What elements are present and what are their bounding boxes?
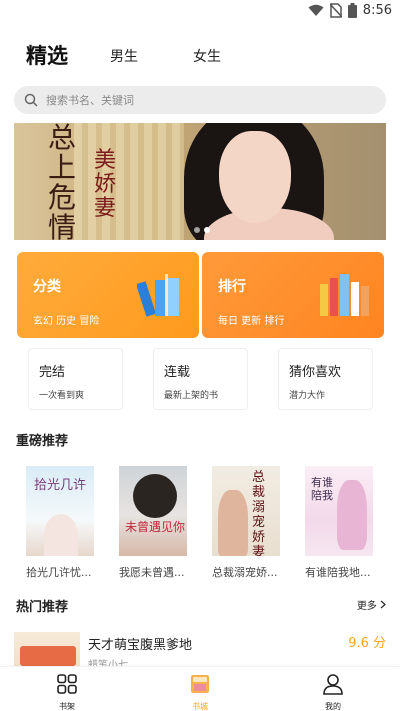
promo-banner[interactable]: 总上危情 美娇妻: [14, 123, 386, 240]
tab-female[interactable]: 女生: [193, 46, 221, 66]
serial-books-card[interactable]: 连载 最新上架的书: [153, 348, 248, 410]
bookstore-icon: [191, 675, 209, 693]
book-cover: 未曾遇见你: [119, 466, 187, 556]
book-cover: 有谁陪我: [305, 466, 373, 556]
category-card[interactable]: 分类 玄幻 历史 冒险: [17, 252, 199, 338]
books-stack-icon: [137, 274, 179, 317]
tab-featured[interactable]: 精选: [26, 40, 68, 70]
book-cover-title: 未曾遇见你: [125, 520, 186, 534]
bottom-navigation: 书架 书城 我的: [0, 666, 400, 711]
book-item[interactable]: 有谁陪我 有谁陪我地...: [305, 466, 375, 580]
status-time: 8:56: [362, 3, 392, 18]
nav-profile-label: 我的: [325, 702, 341, 711]
nav-bookstore[interactable]: 书城: [170, 673, 230, 711]
status-bar: 8:56: [0, 0, 400, 24]
profile-icon: [323, 674, 343, 695]
cover-figure: [133, 474, 177, 518]
banner-subtitle: 美娇妻: [94, 148, 117, 221]
cover-figure: [337, 480, 367, 550]
finished-books-subtitle: 一次看到爽: [39, 391, 85, 401]
tab-male[interactable]: 男生: [110, 46, 138, 66]
cover-graphic: [20, 646, 76, 666]
top-tabs: 精选 男生 女生: [0, 40, 400, 70]
no-sim-icon: [329, 3, 342, 18]
hot-section-title: 热门推荐: [16, 600, 69, 615]
banner-title: 总上危情: [48, 123, 77, 240]
book-cover-title: 有谁陪我: [311, 476, 333, 502]
wifi-icon: [308, 4, 324, 16]
recommended-for-you-title: 猜你喜欢: [289, 365, 342, 380]
book-item[interactable]: 未曾遇见你 我愿未曾遇...: [119, 466, 189, 580]
book-cover-title: 总裁溺宠娇妻: [252, 470, 266, 556]
hot-book-score: 9.6 分: [348, 636, 386, 651]
hot-book-item[interactable]: 天才萌宝腹黑爹地 9.6 分 蜡笔小七: [14, 630, 386, 671]
banner-indicator-dot-active: [204, 227, 210, 233]
battery-icon: [347, 3, 357, 18]
ranking-bars-icon: [320, 274, 369, 316]
book-title: 拾光几许忧...: [26, 566, 92, 579]
search-input[interactable]: [46, 93, 346, 107]
nav-bookshelf[interactable]: 书架: [37, 673, 97, 711]
hot-book-title: 天才萌宝腹黑爹地: [88, 638, 193, 653]
search-bar[interactable]: [14, 86, 386, 114]
book-cover: 拾光几许: [26, 466, 94, 556]
book-title: 有谁陪我地...: [305, 566, 371, 579]
book-item[interactable]: 拾光几许 拾光几许忧...: [26, 466, 96, 580]
nav-bookstore-label: 书城: [192, 702, 208, 711]
more-link-label: 更多: [356, 601, 377, 612]
more-link[interactable]: 更多: [357, 597, 386, 612]
book-title: 我愿未曾遇...: [119, 566, 185, 579]
search-icon: [24, 93, 38, 107]
ranking-card[interactable]: 排行 每日 更新 排行: [202, 252, 384, 338]
status-icons: 8:56: [308, 3, 392, 18]
chevron-right-icon: [380, 600, 386, 609]
banner-illustration-face: [219, 131, 291, 223]
nav-bookshelf-label: 书架: [59, 702, 75, 711]
recommended-for-you-card[interactable]: 猜你喜欢 潜力大作: [278, 348, 373, 410]
nav-profile[interactable]: 我的: [303, 673, 363, 711]
finished-books-title: 完结: [39, 365, 66, 380]
serial-books-subtitle: 最新上架的书: [164, 391, 219, 401]
recommended-for-you-subtitle: 潜力大作: [289, 391, 326, 401]
cover-figure: [44, 514, 78, 556]
book-cover: 总裁溺宠娇妻: [212, 466, 280, 556]
bookshelf-icon: [57, 674, 77, 694]
book-cover-title: 拾光几许: [34, 478, 87, 493]
finished-books-card[interactable]: 完结 一次看到爽: [28, 348, 123, 410]
book-item[interactable]: 总裁溺宠娇妻 总裁溺宠娇...: [212, 466, 282, 580]
serial-books-title: 连载: [164, 365, 191, 380]
hot-book-cover: [14, 632, 80, 670]
banner-indicator-dot: [194, 227, 200, 233]
book-title: 总裁溺宠娇...: [212, 566, 278, 579]
featured-section-title: 重磅推荐: [16, 434, 69, 449]
banner-background: [74, 123, 184, 240]
cover-figure: [218, 490, 248, 556]
